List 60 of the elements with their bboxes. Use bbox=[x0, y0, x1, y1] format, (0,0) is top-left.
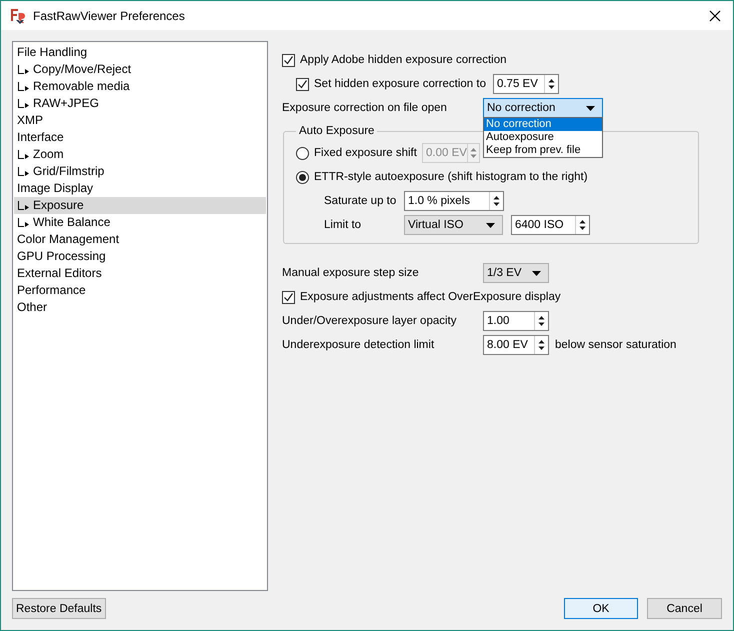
dropdown[interactable]: 1/3 EV bbox=[483, 263, 549, 283]
group-title: Auto Exposure bbox=[298, 125, 376, 137]
field-label: Saturate up to bbox=[324, 195, 398, 207]
field-label: Underexposure detection limit bbox=[282, 339, 436, 351]
checkbox[interactable] bbox=[296, 78, 309, 90]
category-item[interactable]: Image Display bbox=[13, 180, 267, 197]
checkbox-label: Exposure adjustments affect OverExposure display bbox=[300, 291, 561, 303]
category-item[interactable]: RAW+JPEG bbox=[13, 95, 267, 112]
category-item[interactable]: Color Management bbox=[13, 231, 267, 248]
category-item[interactable]: Copy/Move/Reject bbox=[13, 61, 267, 78]
category-item[interactable]: Zoom bbox=[13, 146, 267, 163]
field-label: Manual exposure step size bbox=[282, 267, 420, 279]
spin-box[interactable]: 0.75 EV bbox=[492, 74, 559, 94]
category-item[interactable]: Removable media bbox=[13, 78, 267, 95]
spin-box[interactable]: 1.0 % pixels bbox=[404, 191, 504, 211]
field-label: Under/Overexposure layer opacity bbox=[282, 315, 458, 327]
child-arrow-icon bbox=[17, 64, 31, 74]
category-item[interactable]: Exposure bbox=[14, 197, 266, 214]
child-arrow-icon bbox=[17, 98, 31, 108]
spin-box[interactable]: 6400 ISO bbox=[511, 215, 590, 235]
category-item[interactable]: GPU Processing bbox=[13, 248, 267, 265]
radio-button[interactable] bbox=[296, 170, 309, 184]
child-arrow-icon bbox=[17, 166, 31, 176]
category-item[interactable]: Grid/Filmstrip bbox=[13, 163, 267, 180]
field-label: Limit to bbox=[324, 219, 362, 231]
dropdown[interactable]: Virtual ISO bbox=[404, 215, 503, 235]
dialog-button[interactable]: OK bbox=[564, 598, 638, 619]
child-arrow-icon bbox=[17, 82, 31, 92]
radio-label: ETTR-style autoexposure (shift histogram to the right) bbox=[314, 171, 588, 183]
radio-label: Fixed exposure shift bbox=[314, 147, 418, 159]
field-suffix: below sensor saturation bbox=[555, 339, 676, 351]
window-title: FastRawViewer Preferences bbox=[33, 8, 186, 22]
child-arrow-icon bbox=[17, 200, 31, 210]
category-item[interactable]: Performance bbox=[13, 282, 267, 299]
app-logo-icon bbox=[9, 6, 27, 24]
close-icon[interactable] bbox=[709, 10, 721, 22]
category-item[interactable]: Other bbox=[13, 299, 267, 316]
checkbox[interactable] bbox=[282, 54, 295, 66]
dropdown-option[interactable]: Keep from prev. file bbox=[484, 144, 602, 157]
caret-icon bbox=[486, 222, 495, 228]
dropdown-option[interactable]: Autoexposure bbox=[484, 131, 602, 144]
dropdown[interactable]: No correction bbox=[483, 98, 603, 118]
spin-box[interactable]: 8.00 EV bbox=[483, 335, 549, 355]
dropdown-option[interactable]: No correction bbox=[484, 118, 602, 131]
caret-icon bbox=[586, 106, 595, 110]
category-item[interactable]: White Balance bbox=[13, 214, 267, 231]
dialog-button[interactable]: Cancel bbox=[647, 598, 722, 619]
field-label: Exposure correction on file open bbox=[282, 102, 448, 114]
category-item[interactable]: Interface bbox=[13, 129, 267, 146]
checkbox-label: Set hidden exposure correction to bbox=[314, 78, 486, 90]
spin-box[interactable]: 1.00 bbox=[483, 311, 549, 331]
checkbox[interactable] bbox=[282, 290, 295, 304]
checkbox-label: Apply Adobe hidden exposure correction bbox=[300, 54, 507, 66]
child-arrow-icon bbox=[17, 150, 31, 160]
caret-icon bbox=[532, 270, 541, 276]
category-item[interactable]: File Handling bbox=[13, 44, 267, 61]
dialog-button[interactable]: Restore Defaults bbox=[12, 598, 106, 619]
category-item[interactable]: XMP bbox=[13, 112, 267, 129]
child-arrow-icon bbox=[17, 218, 31, 228]
category-item[interactable]: External Editors bbox=[13, 265, 267, 282]
